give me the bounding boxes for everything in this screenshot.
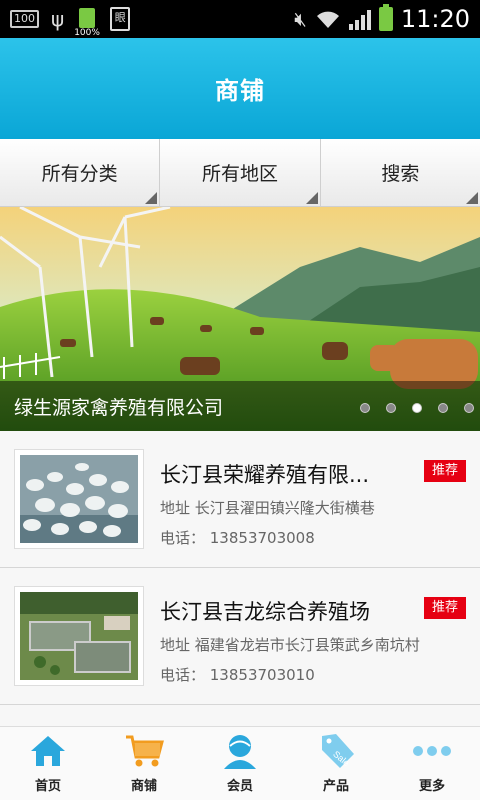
clock: 11:20 <box>400 5 470 33</box>
shop-name: 长汀县荣耀养殖有限... <box>160 463 370 487</box>
filter-bar: 所有分类 所有地区 搜索 <box>0 139 480 207</box>
filter-region[interactable]: 所有地区 <box>160 139 321 206</box>
farm-pond-icon <box>20 592 138 680</box>
shop-thumbnail <box>14 449 144 549</box>
filter-region-label: 所有地区 <box>201 163 278 185</box>
filter-search[interactable]: 搜索 <box>321 139 480 206</box>
pager-dot[interactable] <box>438 403 448 413</box>
signal-icon <box>348 8 371 30</box>
pager-dot[interactable] <box>386 403 396 413</box>
nav-shops-label: 商铺 <box>130 779 157 794</box>
banner-pager <box>360 403 474 413</box>
shop-phone: 电话： 13853703008 <box>160 529 315 547</box>
charging-battery-icon: 100% <box>74 6 100 38</box>
dropdown-corner-icon <box>305 192 318 204</box>
nav-more[interactable]: 更多 <box>384 727 480 800</box>
storage-indicator-icon: 100 <box>10 10 39 28</box>
user-icon <box>222 731 258 771</box>
usb-icon: ψ <box>51 7 65 31</box>
filter-search-label: 搜索 <box>381 163 420 185</box>
recommend-badge: 推荐 <box>423 597 466 619</box>
filter-category[interactable]: 所有分类 <box>0 139 161 206</box>
shop-address: 地址 长汀县濯田镇兴隆大街横巷 <box>160 499 375 517</box>
list-item[interactable]: 长汀县吉龙综合养殖场 推荐 地址 福建省龙岩市长汀县策武乡南坑村 电话： 138… <box>0 568 480 705</box>
nav-member-label: 会员 <box>226 779 253 794</box>
sale-tag-icon: Sale <box>316 731 356 771</box>
more-dots-icon <box>412 731 452 771</box>
battery-percent-label: 100% <box>74 28 100 38</box>
recommend-badge: 推荐 <box>423 460 466 482</box>
nav-home-label: 首页 <box>34 779 61 794</box>
nav-shops[interactable]: 商铺 <box>96 727 192 800</box>
app-screen: 100 ψ 100% 眼 🔇︎ 11:20 商铺 所有分类 所有地区 搜索 绿生… <box>0 0 480 800</box>
promo-banner[interactable]: 绿生源家禽养殖有限公司 <box>0 207 480 431</box>
shop-phone: 电话： 13853703010 <box>160 666 315 684</box>
shop-thumbnail <box>14 586 144 686</box>
page-header: 商铺 <box>0 38 480 139</box>
filter-category-label: 所有分类 <box>41 163 118 185</box>
nav-products-label: 产品 <box>322 779 349 794</box>
shop-name: 长汀县吉龙综合养殖场 <box>160 600 370 624</box>
bottom-nav: 首页 商铺 会员 Sale 产品 更多 <box>0 726 480 800</box>
mute-icon: 🔇︎ <box>294 7 307 31</box>
dropdown-corner-icon <box>465 192 478 204</box>
pager-dot[interactable] <box>360 403 370 413</box>
page-title: 商铺 <box>215 77 265 105</box>
nav-products[interactable]: Sale 产品 <box>288 727 384 800</box>
wifi-icon <box>316 11 339 28</box>
shop-address: 地址 福建省龙岩市长汀县策武乡南坑村 <box>160 636 420 654</box>
home-icon <box>29 731 67 771</box>
nav-home[interactable]: 首页 <box>0 727 96 800</box>
battery-icon <box>378 4 393 31</box>
banner-title: 绿生源家禽养殖有限公司 <box>14 396 224 419</box>
list-item[interactable]: 长汀县荣耀养殖有限... 推荐 地址 长汀县濯田镇兴隆大街横巷 电话： 1385… <box>0 431 480 568</box>
shop-list: 长汀县荣耀养殖有限... 推荐 地址 长汀县濯田镇兴隆大街横巷 电话： 1385… <box>0 431 480 745</box>
document-notification-icon: 眼 <box>110 7 131 31</box>
pager-dot-active[interactable] <box>412 403 422 413</box>
nav-member[interactable]: 会员 <box>192 727 288 800</box>
pager-dot[interactable] <box>464 403 474 413</box>
nav-more-label: 更多 <box>418 779 445 794</box>
geese-icon <box>20 455 138 543</box>
dropdown-corner-icon <box>145 192 158 204</box>
status-bar: 100 ψ 100% 眼 🔇︎ 11:20 <box>0 0 480 38</box>
cart-icon <box>124 731 164 771</box>
